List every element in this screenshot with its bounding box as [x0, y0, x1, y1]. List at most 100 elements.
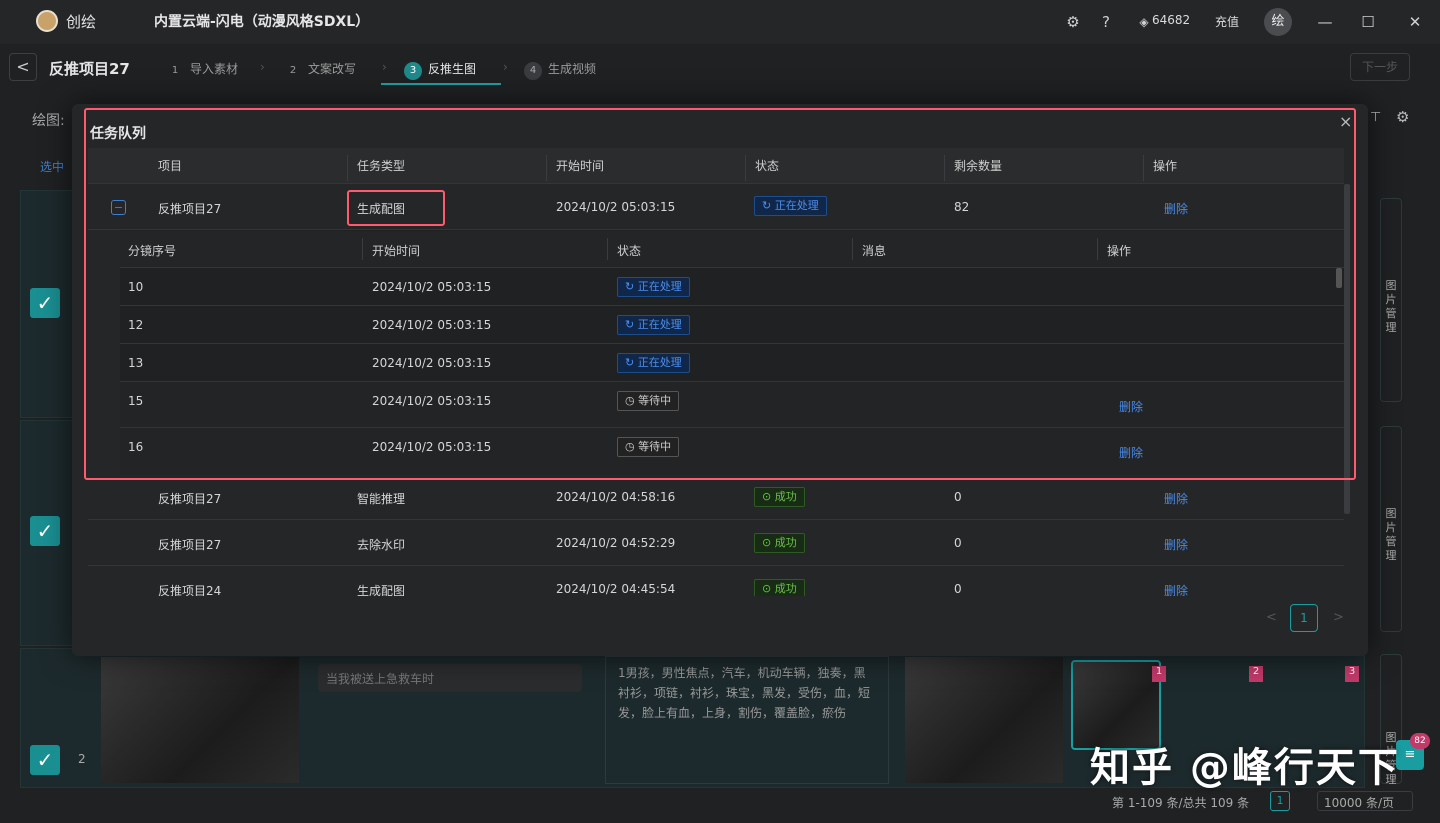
row-project: 反推项目27 — [158, 538, 222, 552]
row-start: 2024/10/2 04:45:54 — [556, 582, 676, 596]
row-index: 2 — [78, 752, 86, 766]
close-window-icon[interactable]: ✕ — [1405, 12, 1425, 32]
step-number: 1 — [171, 65, 179, 76]
row-checkbox[interactable]: ✓ — [30, 516, 60, 546]
row-checkbox[interactable]: ✓ — [30, 745, 60, 775]
subcol-action: 操作 — [1107, 244, 1132, 258]
col-action: 操作 — [1153, 159, 1178, 173]
sub-index: 12 — [128, 318, 144, 332]
clock-icon: ◷ — [625, 440, 639, 453]
subcol-index: 分镜序号 — [128, 244, 177, 258]
avatar[interactable]: 绘 — [1264, 8, 1292, 36]
back-button[interactable]: < — [9, 53, 37, 81]
subtask-scrollbar[interactable] — [1336, 268, 1342, 288]
status-text: 正在处理 — [637, 356, 682, 369]
subcol-status: 状态 — [617, 244, 642, 258]
table-row — [88, 520, 1344, 566]
collapse-toggle[interactable]: − — [111, 200, 126, 215]
delete-link[interactable]: 删除 — [1119, 444, 1143, 461]
status-text: 正在处理 — [774, 199, 819, 212]
table-row — [88, 184, 1344, 230]
watermark: 知乎 @峰行天下 — [1090, 745, 1400, 791]
subtask-header — [120, 231, 1344, 268]
processing-icon: ↻ — [625, 280, 638, 293]
step-number: 2 — [289, 65, 297, 76]
scene-image[interactable] — [101, 657, 299, 783]
table-row — [88, 474, 1344, 520]
col-type: 任务类型 — [357, 159, 406, 173]
generated-image[interactable] — [905, 657, 1063, 783]
page-current[interactable]: 1 — [1290, 604, 1318, 632]
step-import[interactable]: 1 导入素材 — [166, 60, 238, 80]
delete-link[interactable]: 删除 — [1119, 398, 1143, 415]
recharge-button[interactable]: 充值 — [1215, 13, 1239, 30]
step-label: 生成视频 — [548, 62, 597, 76]
row-start: 2024/10/2 04:58:16 — [556, 490, 676, 504]
status-text: 成功 — [774, 582, 797, 595]
column-divider — [1143, 155, 1144, 181]
status-badge: ◷ 等待中 — [617, 391, 680, 411]
row-project: 反推项目27 — [158, 492, 222, 506]
col-remaining: 剩余数量 — [954, 159, 1003, 173]
subcol-message: 消息 — [862, 244, 887, 258]
table-bottom-mask — [88, 596, 1344, 604]
subcol-start: 开始时间 — [372, 244, 421, 258]
tags-textarea[interactable]: 1男孩，男性焦点，汽车，机动车辆，独奏，黑衬衫，项链，衬衫，珠宝，黑发，受伤，血… — [605, 656, 889, 784]
table-scrollbar[interactable] — [1344, 184, 1350, 514]
active-step-indicator — [381, 83, 501, 85]
sub-start: 2024/10/2 05:03:15 — [372, 440, 492, 454]
column-divider — [362, 238, 363, 260]
next-page-icon[interactable]: > — [1333, 610, 1344, 625]
processing-icon: ↻ — [762, 199, 775, 212]
sub-start: 2024/10/2 05:03:15 — [372, 318, 492, 332]
step-number: 4 — [524, 62, 542, 80]
column-divider — [546, 155, 547, 181]
next-step-button[interactable]: 下一步 — [1350, 53, 1410, 81]
column-divider — [852, 238, 853, 260]
delete-link[interactable]: 删除 — [1164, 200, 1188, 217]
per-page-select[interactable]: 10000 条/页 — [1317, 791, 1413, 811]
settings-icon[interactable]: ⚙ — [1063, 12, 1083, 32]
tool-icon[interactable]: ⊤ — [1370, 110, 1381, 125]
step-reverse[interactable]: 3 反推生图 — [404, 60, 476, 80]
settings-icon[interactable]: ⚙ — [1396, 108, 1409, 126]
row-start: 2024/10/2 05:03:15 — [556, 200, 676, 214]
row-remaining: 82 — [954, 200, 970, 214]
queue-count-badge: 82 — [1410, 733, 1430, 749]
delete-link[interactable]: 删除 — [1164, 582, 1188, 596]
step-video[interactable]: 4 生成视频 — [524, 60, 596, 80]
status-badge: ⊙ 成功 — [754, 579, 805, 596]
select-label[interactable]: 选中 — [40, 158, 64, 175]
prev-page-icon[interactable]: < — [1266, 610, 1277, 625]
minimize-icon[interactable]: — — [1315, 12, 1335, 32]
clock-icon: ◷ — [625, 394, 639, 407]
image-manage-panel[interactable]: 图片管理 — [1380, 198, 1402, 402]
step-rewrite[interactable]: 2 文案改写 — [284, 60, 356, 80]
col-status: 状态 — [755, 159, 780, 173]
column-divider — [347, 155, 348, 181]
app-logo — [36, 10, 58, 32]
status-text: 正在处理 — [637, 280, 682, 293]
maximize-icon[interactable]: ☐ — [1358, 12, 1378, 32]
column-divider — [944, 155, 945, 181]
check-circle-icon: ⊙ — [762, 536, 775, 549]
sub-start: 2024/10/2 05:03:15 — [372, 280, 492, 294]
row-start: 2024/10/2 04:52:29 — [556, 536, 676, 550]
close-icon[interactable]: × — [1339, 112, 1352, 131]
step-label: 反推生图 — [428, 62, 477, 76]
row-remaining: 0 — [954, 582, 962, 596]
pagination-summary: 第 1-109 条/总共 109 条 — [1112, 796, 1250, 810]
row-checkbox[interactable]: ✓ — [30, 288, 60, 318]
delete-link[interactable]: 删除 — [1164, 536, 1188, 553]
delete-link[interactable]: 删除 — [1164, 490, 1188, 507]
col-start: 开始时间 — [556, 159, 605, 173]
window-title: 内置云端-闪电（动漫风格SDXL） — [154, 14, 370, 30]
image-manage-panel[interactable]: 图片管理 — [1380, 426, 1402, 632]
sub-index: 16 — [128, 440, 144, 454]
sub-start: 2024/10/2 05:03:15 — [372, 394, 492, 408]
footer-page-current[interactable]: 1 — [1270, 791, 1290, 811]
help-icon[interactable]: ? — [1096, 12, 1116, 32]
sub-index: 13 — [128, 356, 144, 370]
prompt-input[interactable]: 当我被送上急救车时 — [318, 664, 582, 692]
check-circle-icon: ⊙ — [762, 582, 775, 595]
